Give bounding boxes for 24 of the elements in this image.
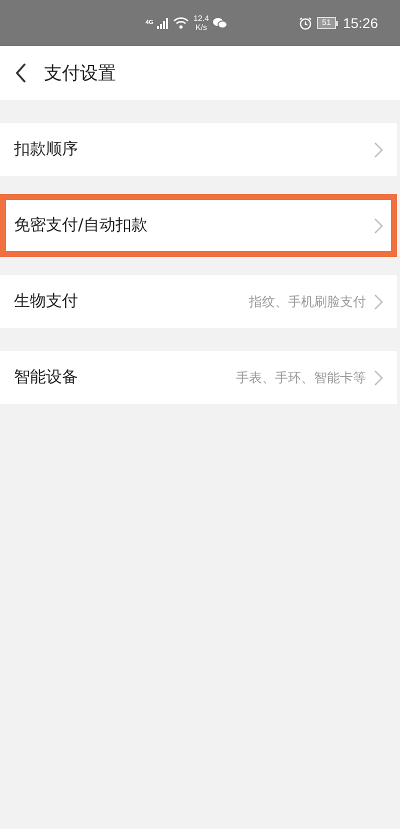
network-speed: 12.4: [193, 14, 210, 23]
speed-unit: K/s: [195, 23, 208, 32]
row-title: 免密支付/自动扣款: [14, 215, 148, 236]
page-title: 支付设置: [44, 62, 116, 85]
signal-icon: [157, 18, 170, 28]
wifi-icon: [173, 17, 190, 29]
alarm-clock-icon: [299, 16, 312, 30]
chevron-right-icon: [374, 370, 383, 386]
chevron-right-icon: [374, 142, 383, 158]
settings-row[interactable]: 扣款顺序: [0, 123, 397, 176]
back-button[interactable]: [14, 62, 28, 84]
row-title: 生物支付: [14, 291, 79, 312]
row-title: 扣款顺序: [14, 139, 79, 160]
settings-row[interactable]: 免密支付/自动扣款: [6, 200, 391, 251]
chevron-right-icon: [374, 294, 383, 310]
chevron-right-icon: [374, 218, 383, 234]
settings-row[interactable]: 智能设备 手表、手环、智能卡等: [0, 351, 397, 404]
battery-level: 51: [317, 17, 336, 29]
chat-bubbles-icon: [213, 17, 228, 29]
settings-row[interactable]: 生物支付 指纹、手机刷脸支付: [0, 275, 397, 328]
row-title: 智能设备: [14, 367, 79, 388]
row-value: 指纹、手机刷脸支付: [249, 294, 366, 310]
row-value: 手表、手环、智能卡等: [236, 370, 366, 386]
clock-time: 15:26: [342, 15, 378, 31]
